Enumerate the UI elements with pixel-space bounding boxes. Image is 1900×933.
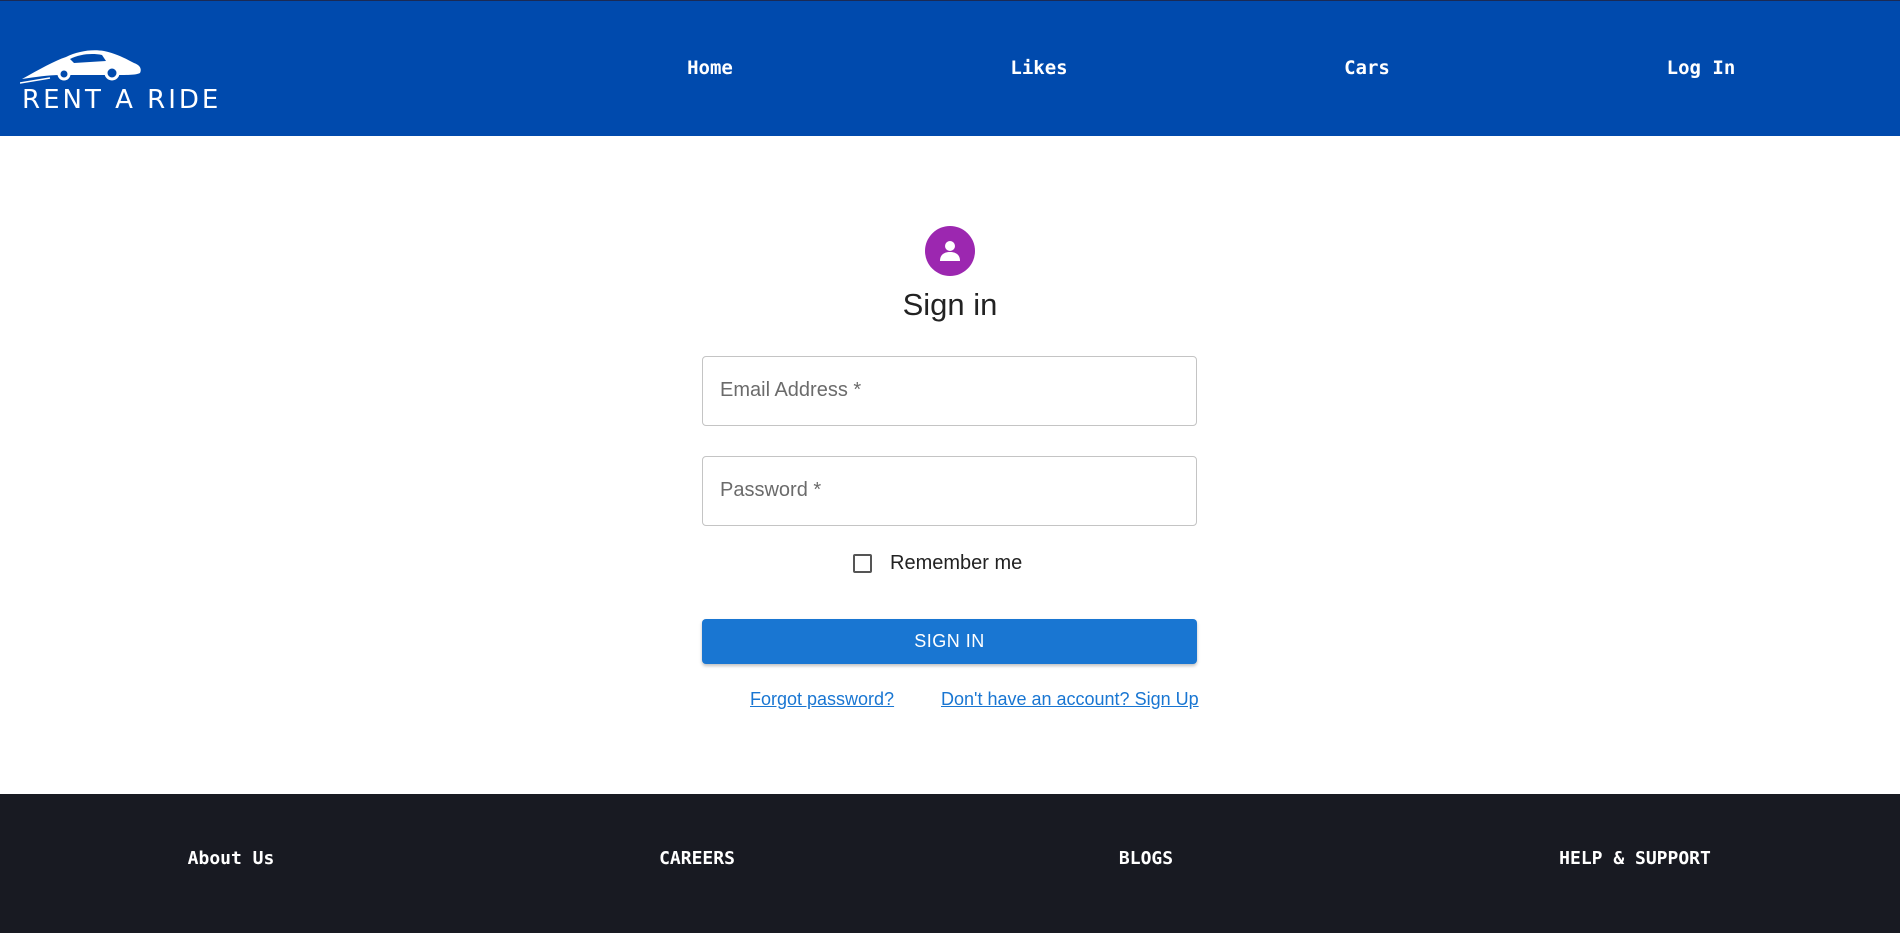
- avatar: [925, 226, 975, 276]
- logo[interactable]: RENT A RIDE: [20, 45, 230, 117]
- footer-help-link[interactable]: HELP & SUPPORT: [1559, 848, 1711, 869]
- nav-login-link[interactable]: Log In: [1667, 57, 1736, 79]
- forgot-password-link[interactable]: Forgot password?: [750, 689, 894, 710]
- password-field[interactable]: Password *: [702, 456, 1197, 526]
- signin-form: Sign in Email Address * Password * Remem…: [0, 136, 1900, 794]
- remember-me-checkbox[interactable]: [853, 553, 872, 573]
- remember-me-label[interactable]: Remember me: [890, 552, 1022, 575]
- logo-text: RENT A RIDE: [22, 85, 222, 115]
- footer-about-link[interactable]: About Us: [188, 848, 275, 869]
- password-label: Password *: [720, 479, 822, 501]
- remember-me-row[interactable]: Remember me: [853, 550, 1022, 576]
- nav-likes-link[interactable]: Likes: [1010, 57, 1067, 79]
- nav-cars-link[interactable]: Cars: [1344, 57, 1390, 79]
- footer-careers-link[interactable]: CAREERS: [659, 848, 735, 869]
- car-icon: [20, 50, 141, 84]
- top-navbar: RENT A RIDE Home Likes Cars Log In: [0, 0, 1900, 136]
- signup-link[interactable]: Don't have an account? Sign Up: [941, 689, 1199, 710]
- footer-blogs-link[interactable]: BLOGS: [1119, 848, 1173, 869]
- footer: About Us CAREERS BLOGS HELP & SUPPORT: [0, 794, 1900, 933]
- email-field[interactable]: Email Address *: [702, 356, 1197, 426]
- page-title: Sign in: [902, 287, 998, 322]
- person-icon: [940, 241, 960, 261]
- nav-home-link[interactable]: Home: [687, 57, 733, 79]
- email-label: Email Address *: [720, 379, 862, 401]
- signin-button[interactable]: SIGN IN: [702, 619, 1197, 664]
